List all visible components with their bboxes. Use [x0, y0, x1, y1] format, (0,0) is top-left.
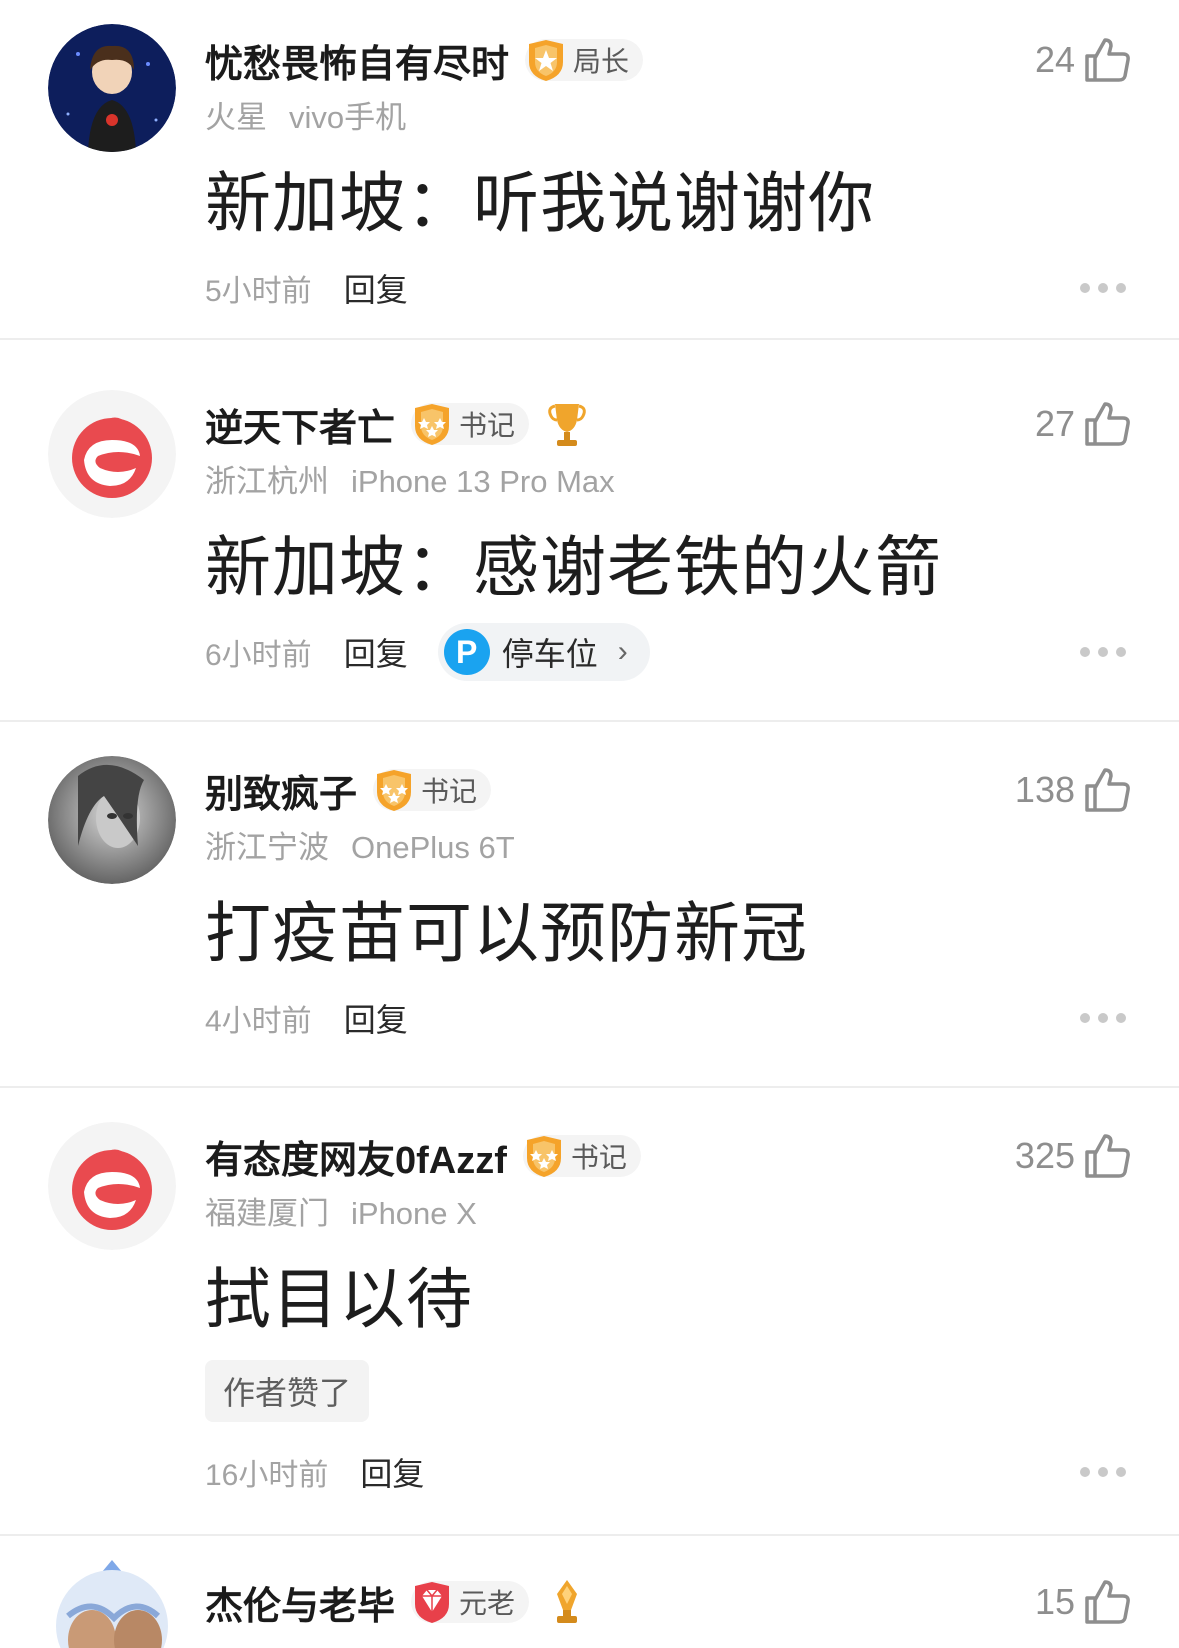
trophy-icon: [557, 1580, 578, 1623]
comment-item: 别致疯子 书记 浙江宁波 OnePlus 6T 打疫苗可以预防新冠 4小时前 回复…: [0, 722, 1179, 1088]
username[interactable]: 有态度网友0fAzzf: [205, 1129, 507, 1184]
reply-button[interactable]: 回复: [344, 995, 408, 1041]
like-count: 24: [1034, 39, 1075, 80]
gem-badge-icon: [415, 1582, 450, 1623]
name-row: 别致疯子 书记: [205, 763, 492, 818]
comment-footer: 4小时前 回复: [205, 992, 408, 1044]
level-badge: 局长: [525, 39, 644, 81]
timestamp: 6小时前: [205, 639, 312, 672]
shield-badge-icon: [415, 404, 450, 445]
location: 浙江宁波: [205, 830, 329, 865]
location: 福建厦门: [205, 1196, 329, 1231]
more-options-icon[interactable]: [1080, 1466, 1126, 1478]
like-button[interactable]: 15: [1035, 1576, 1131, 1628]
level-badge: 元老: [411, 1581, 530, 1623]
shield-badge-icon: [377, 770, 412, 811]
avatar[interactable]: [48, 1122, 176, 1250]
name-row: 有态度网友0fAzzf 书记: [205, 1130, 641, 1182]
comment-text: 新加坡：感谢老铁的火箭: [205, 530, 942, 604]
level-badge: 书记: [522, 1135, 641, 1177]
badge-label: 书记: [570, 1142, 627, 1173]
location: 火星: [205, 100, 267, 135]
like-count: 325: [1014, 1135, 1075, 1176]
username[interactable]: 杰伦与老毕: [205, 1575, 395, 1630]
like-button[interactable]: 24: [1035, 34, 1131, 86]
like-count: 27: [1034, 403, 1075, 444]
name-row: 杰伦与老毕 元老: [205, 1576, 587, 1628]
reply-button[interactable]: 回复: [344, 629, 408, 675]
name-row: 忧愁畏怖自有尽时 局长: [205, 33, 644, 88]
like-button[interactable]: 138: [1015, 764, 1131, 816]
avatar[interactable]: [48, 24, 176, 152]
shield-badge-icon: [529, 40, 564, 81]
shield-badge-icon: [526, 1136, 561, 1177]
comment-footer: 6小时前 回复 P 停车位 ›: [205, 623, 650, 681]
device: OnePlus 6T: [351, 830, 515, 865]
chevron-right-icon: ›: [617, 635, 628, 668]
thumbs-up-icon: [1085, 38, 1130, 82]
timestamp: 16小时前: [205, 1459, 329, 1492]
device: iPhone 13 Pro Max: [351, 464, 615, 499]
thumbs-up-icon: [1085, 1134, 1130, 1178]
location: 浙江杭州: [205, 464, 329, 499]
comment-item: 有态度网友0fAzzf 书记 福建厦门 iPhone X 拭目以待 作者赞了 16…: [0, 1088, 1179, 1536]
timestamp: 5小时前: [205, 275, 312, 308]
comment-item: 杰伦与老毕 元老 15: [0, 1536, 1179, 1648]
user-meta: 浙江杭州 iPhone 13 Pro Max: [205, 456, 615, 501]
comment-footer: 5小时前 回复: [205, 262, 408, 314]
badge-label: 局长: [573, 46, 630, 77]
badge-label: 书记: [459, 410, 516, 441]
parking-chip[interactable]: P 停车位 ›: [437, 623, 650, 681]
name-row: 逆天下者亡 书记: [205, 398, 587, 450]
comment-text: 拭目以待: [205, 1262, 473, 1336]
more-options-icon[interactable]: [1080, 646, 1126, 658]
comment-text: 打疫苗可以预防新冠: [205, 896, 808, 970]
comment-item: 忧愁畏怖自有尽时 局长 火星 vivo手机 新加坡：听我说谢谢你 5小时前 回复 …: [0, 0, 1179, 340]
timestamp: 4小时前: [205, 1005, 312, 1038]
device: vivo手机: [289, 100, 407, 135]
reply-button[interactable]: 回复: [344, 265, 408, 311]
username[interactable]: 忧愁畏怖自有尽时: [205, 33, 509, 88]
device: iPhone X: [351, 1196, 477, 1231]
avatar[interactable]: [48, 756, 176, 884]
thumbs-up-icon: [1085, 768, 1130, 812]
comment-text: 新加坡：听我说谢谢你: [205, 166, 875, 240]
trophy-icon: [548, 404, 586, 446]
user-meta: 火星 vivo手机: [205, 92, 406, 137]
parking-icon: P: [443, 629, 490, 675]
like-count: 138: [1014, 769, 1075, 810]
username[interactable]: 别致疯子: [205, 763, 357, 818]
more-options-icon[interactable]: [1080, 1012, 1126, 1024]
thumbs-up-icon: [1085, 1580, 1130, 1624]
more-options-icon[interactable]: [1080, 282, 1126, 294]
parking-label: 停车位: [501, 636, 598, 672]
reply-button[interactable]: 回复: [360, 1449, 424, 1495]
badge-label: 书记: [421, 776, 478, 807]
badge-label: 元老: [459, 1588, 516, 1619]
username[interactable]: 逆天下者亡: [205, 397, 395, 452]
level-badge: 书记: [411, 403, 530, 445]
level-badge: 书记: [373, 769, 492, 811]
like-button[interactable]: 27: [1035, 398, 1131, 450]
comment-footer: 16小时前 回复: [205, 1446, 424, 1498]
user-meta: 浙江宁波 OnePlus 6T: [205, 822, 515, 867]
like-button[interactable]: 325: [1015, 1130, 1131, 1182]
like-count: 15: [1034, 1581, 1075, 1622]
author-liked-tag: 作者赞了: [205, 1360, 370, 1422]
avatar[interactable]: [48, 1556, 176, 1648]
thumbs-up-icon: [1085, 402, 1130, 446]
user-meta: 福建厦门 iPhone X: [205, 1188, 477, 1233]
comment-item: 逆天下者亡 书记 浙江杭州 iPhone 13 Pro Max 新加坡：感谢老铁的…: [0, 340, 1179, 722]
avatar[interactable]: [48, 390, 176, 518]
